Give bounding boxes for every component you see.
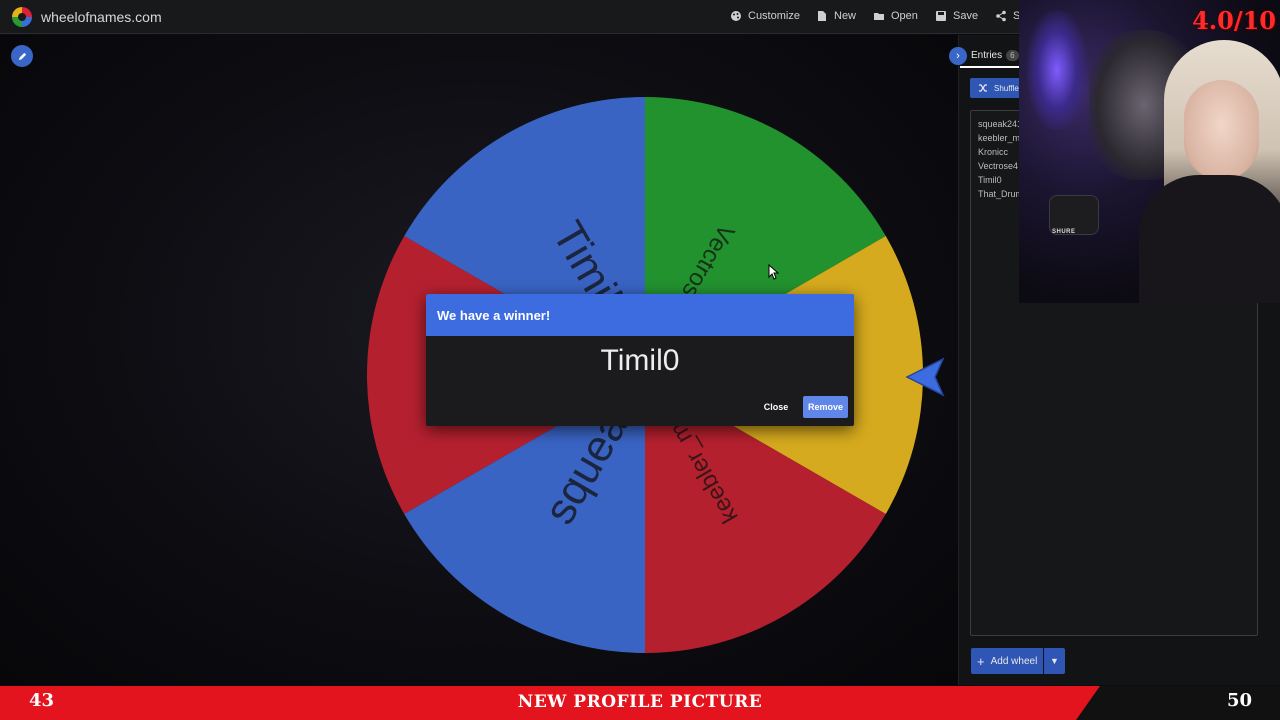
file-icon — [818, 11, 826, 21]
close-button[interactable]: Close — [760, 396, 792, 418]
open-button[interactable]: Open — [873, 10, 918, 22]
app-root: wheelofnames.com Customize New Open Save… — [0, 0, 1280, 720]
entry-item: Timil0 — [978, 175, 1002, 185]
open-label: Open — [891, 10, 918, 22]
mouse-cursor-icon — [768, 264, 780, 280]
dialog-title: We have a winner! — [426, 294, 854, 336]
collapse-panel-button[interactable]: › — [949, 47, 967, 65]
banner-right-number: 50 — [1227, 690, 1253, 711]
entry-item: squeak241 — [978, 119, 1023, 129]
score-label: 4.0/10 — [1192, 6, 1276, 35]
share-icon — [996, 10, 1006, 22]
add-wheel-label: Add wheel — [990, 655, 1038, 667]
entry-item: That_Drum — [978, 189, 1024, 199]
purple-light-image — [1027, 10, 1087, 130]
tab-entries[interactable]: Entries 6 — [971, 50, 1019, 61]
winner-name: Timil0 — [600, 344, 680, 377]
chevron-right-icon: › — [956, 50, 960, 62]
edit-button[interactable] — [11, 45, 33, 67]
palette-icon — [731, 11, 741, 21]
streamer-body-image — [1139, 175, 1280, 303]
save-label: Save — [953, 10, 979, 22]
remove-button[interactable]: Remove — [803, 396, 848, 418]
folder-icon — [874, 13, 884, 20]
add-wheel-button[interactable]: + Add wheel — [971, 648, 1043, 674]
customize-label: Customize — [748, 10, 800, 22]
plus-icon: + — [977, 653, 985, 669]
wheel-pointer-icon — [905, 357, 945, 397]
chevron-down-icon: ▼ — [1050, 656, 1059, 666]
site-title[interactable]: wheelofnames.com — [41, 9, 162, 25]
logo-icon[interactable] — [12, 7, 32, 27]
share-button[interactable]: S — [995, 10, 1020, 22]
new-button[interactable]: New — [816, 10, 856, 22]
customize-button[interactable]: Customize — [730, 10, 800, 22]
entry-item: Kronicc — [978, 147, 1009, 157]
stream-banner: 43 NEW PROFILE PICTURE 50 — [0, 686, 1280, 720]
entries-tab-label: Entries — [971, 50, 1003, 61]
new-label: New — [834, 10, 857, 22]
entries-count-badge: 6 — [1006, 50, 1019, 61]
tab-indicator — [960, 66, 1020, 68]
shuffle-icon — [979, 84, 987, 92]
streamer-face-image — [1184, 80, 1259, 180]
add-wheel-dropdown-button[interactable]: ▼ — [1044, 648, 1065, 674]
shuffle-label: Shuffle — [994, 83, 1019, 93]
webcam-overlay: SHURE 4.0/10 — [1019, 0, 1280, 303]
entry-item: keebler_m — [978, 133, 1021, 143]
banner-title: NEW PROFILE PICTURE — [517, 692, 763, 712]
entry-item: Vectrose4 — [978, 161, 1019, 171]
mic-brand-label: SHURE — [1052, 229, 1076, 235]
winner-dialog: We have a winner! Timil0 Close Remove — [426, 294, 854, 426]
save-button[interactable]: Save — [935, 10, 978, 22]
pencil-icon — [18, 52, 26, 60]
save-icon — [936, 11, 946, 21]
